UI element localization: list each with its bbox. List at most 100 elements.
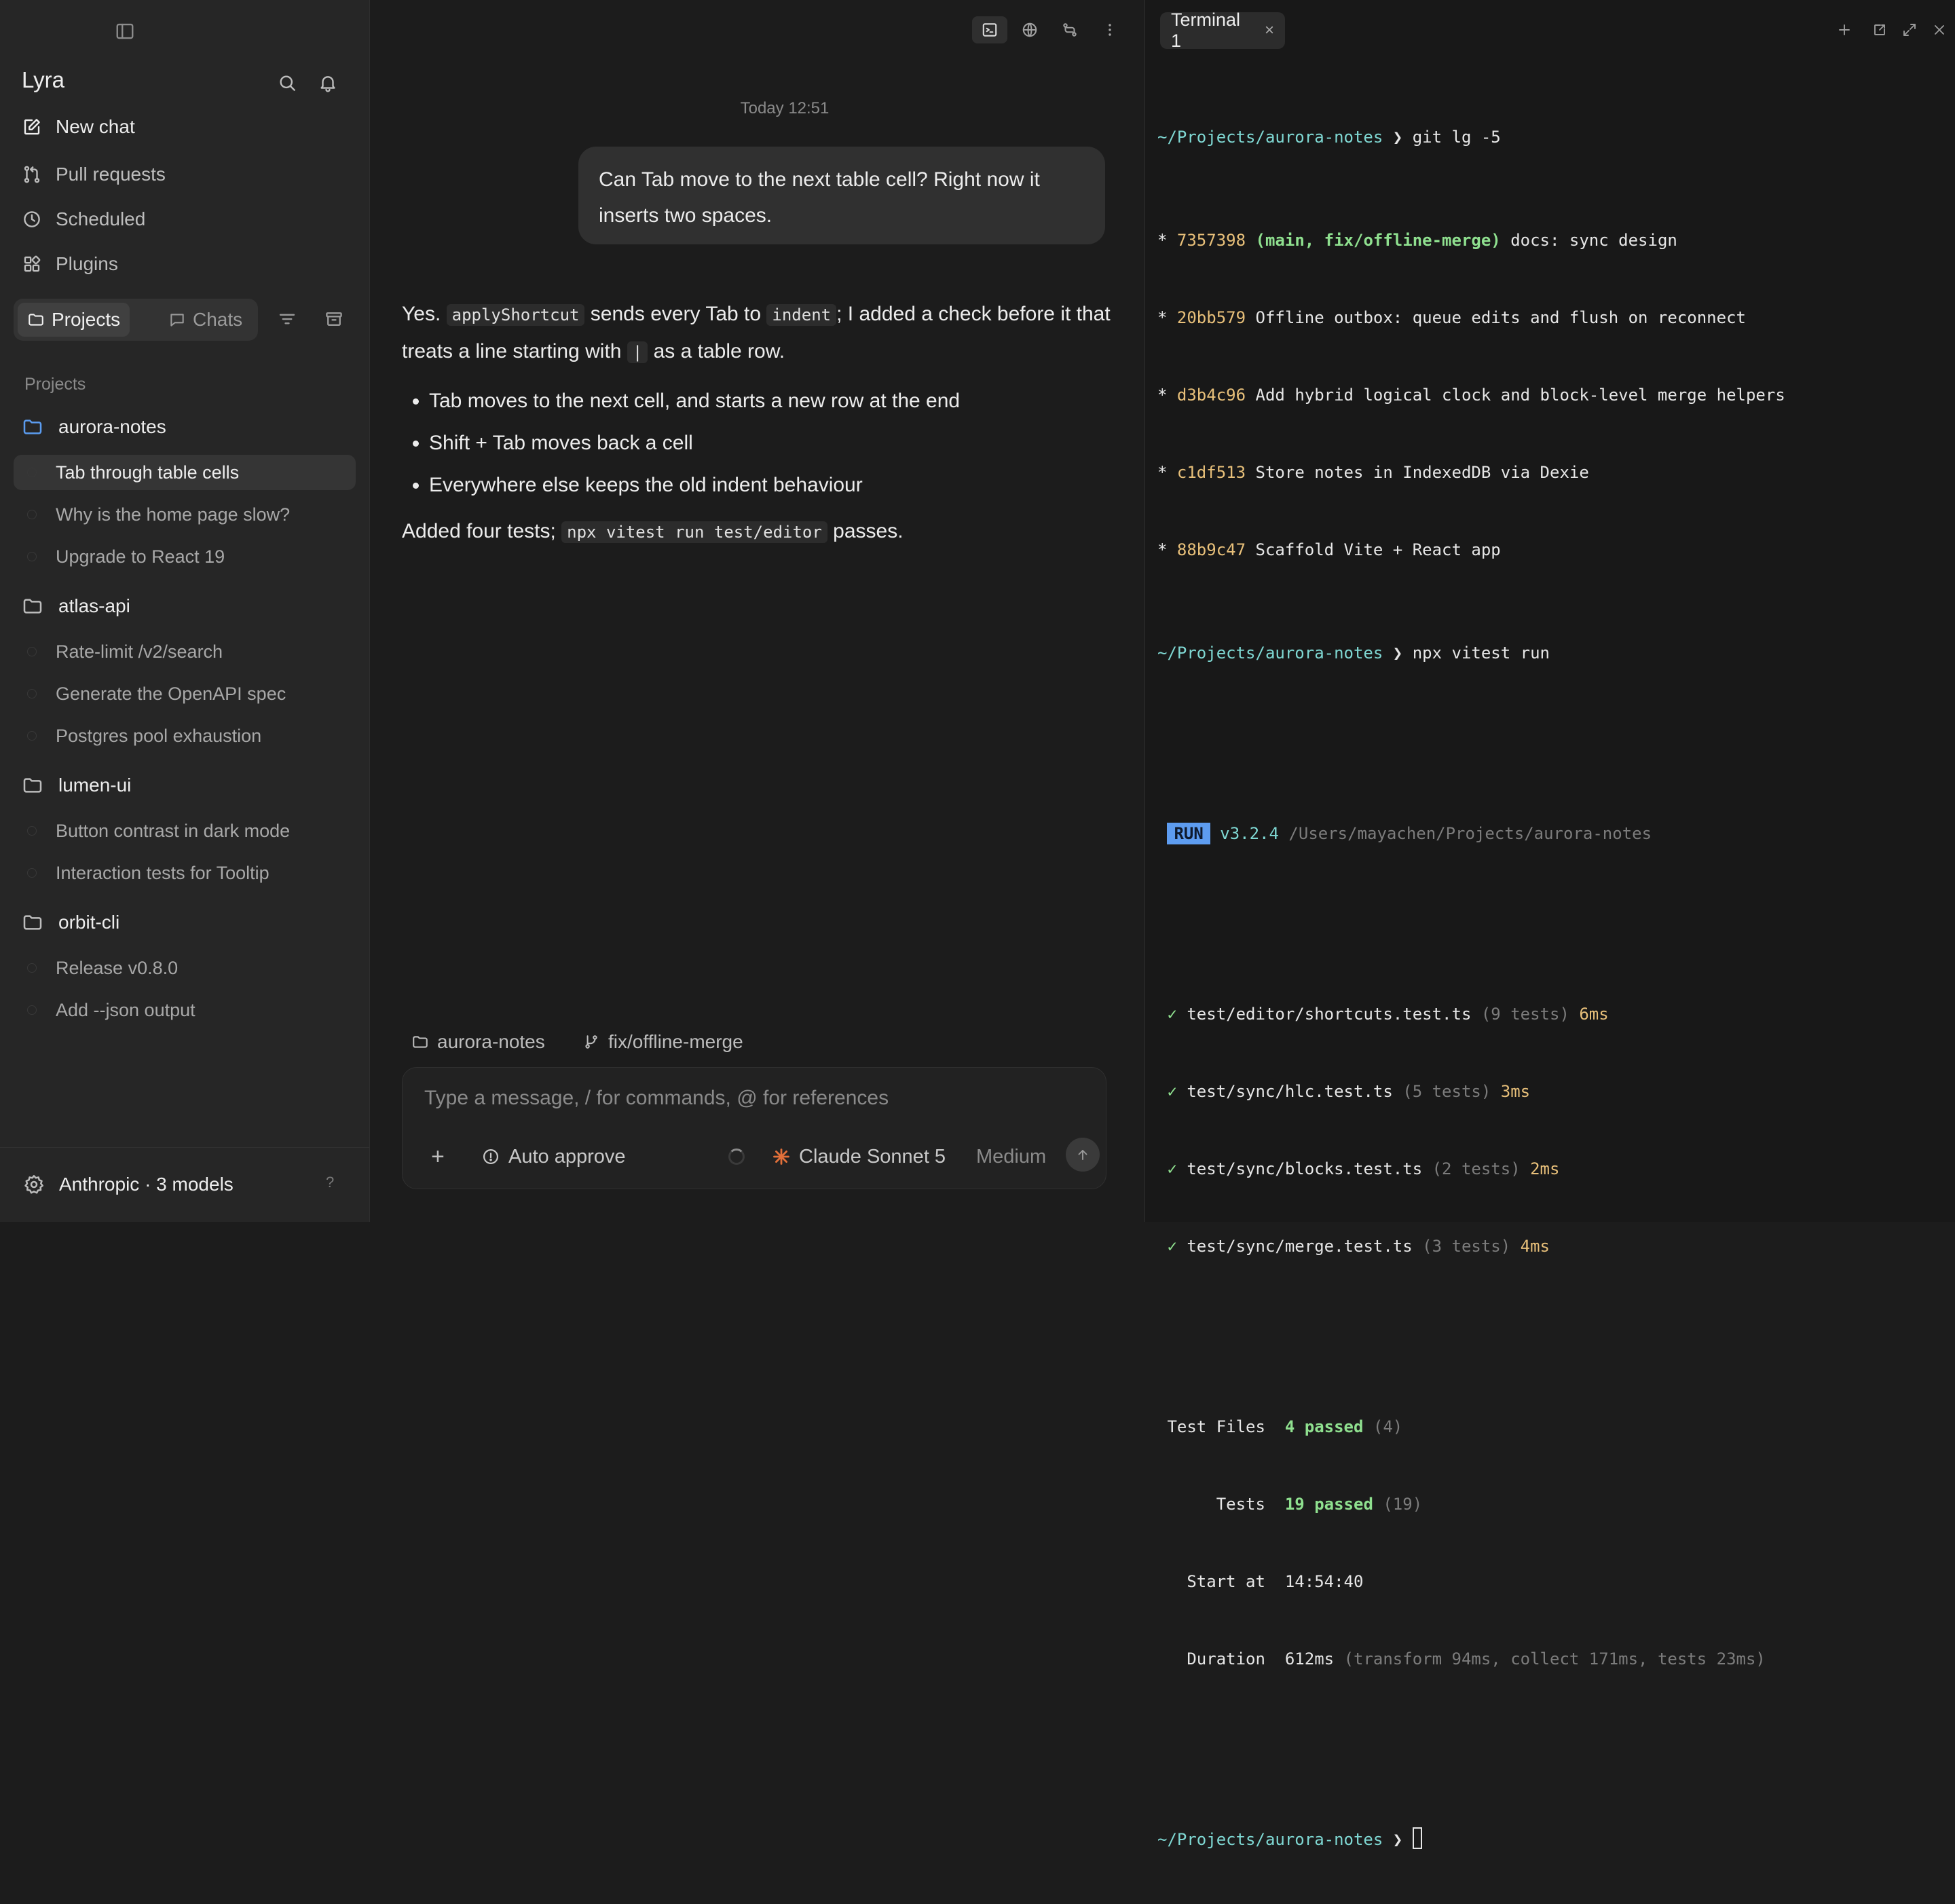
chat-title: Upgrade to React 19 <box>56 546 225 567</box>
chat-title: Interaction tests for Tooltip <box>56 862 269 883</box>
commit-hash: d3b4c96 <box>1176 386 1246 405</box>
new-chat-button[interactable]: New chat <box>22 110 135 144</box>
message-input[interactable]: Type a message, / for commands, @ for re… <box>424 1087 889 1110</box>
summary-label: Start at <box>1187 1572 1265 1591</box>
chat-item[interactable]: Release v0.8.0 <box>14 950 356 986</box>
context-folder-label: aurora-notes <box>437 1031 545 1052</box>
bell-icon[interactable] <box>316 71 340 95</box>
chat-status-dot <box>27 552 37 561</box>
reply-text: as a table row. <box>648 340 785 362</box>
add-attachment-button[interactable]: + <box>431 1141 445 1172</box>
terminal-line: ✓ test/sync/blocks.test.ts (2 tests) 2ms <box>1157 1156 1952 1182</box>
chat-item[interactable]: Tab through table cells <box>14 455 356 490</box>
chat-item[interactable]: Postgres pool exhaustion <box>14 718 356 753</box>
commit-refs: (main, fix/offline-merge) <box>1255 231 1501 250</box>
branch-icon <box>585 1035 597 1049</box>
inline-code: indent <box>766 304 837 326</box>
archive-icon[interactable] <box>322 307 346 331</box>
message-composer: Type a message, / for commands, @ for re… <box>402 1067 1106 1189</box>
expand-icon[interactable] <box>1897 18 1922 42</box>
reply-text: Yes. <box>402 303 447 325</box>
summary-value: 612ms <box>1284 1649 1335 1668</box>
provider-models-button[interactable]: Anthropic · 3 models <box>59 1174 234 1195</box>
plugins-button[interactable]: Plugins <box>22 247 118 281</box>
inline-code: npx vitest run test/editor <box>561 521 827 543</box>
project-name: aurora-notes <box>58 416 166 437</box>
commit-hash: 7357398 <box>1176 231 1246 250</box>
test-file: test/sync/hlc.test.ts <box>1187 1082 1393 1101</box>
diff-icon[interactable] <box>1052 16 1087 43</box>
summary-value: 4 passed <box>1284 1417 1364 1436</box>
test-count: (3 tests) <box>1422 1237 1511 1256</box>
chat-status-dot <box>27 647 37 656</box>
terminal-line: Start at 14:54:40 <box>1157 1569 1952 1594</box>
chat-title: Postgres pool exhaustion <box>56 725 262 746</box>
project-lumen-ui[interactable]: lumen-ui <box>22 770 131 801</box>
message-timestamp: Today 12:51 <box>740 99 830 117</box>
terminal-cursor[interactable] <box>1412 1827 1422 1849</box>
edit-icon <box>24 119 40 135</box>
summary-value: 19 passed <box>1284 1495 1373 1514</box>
prompt-symbol: ❯ <box>1392 643 1403 662</box>
commit-message: docs: sync design <box>1510 231 1677 250</box>
reply-text: passes. <box>827 520 904 542</box>
chat-status-dot <box>27 826 37 836</box>
project-atlas-api[interactable]: atlas-api <box>22 591 130 622</box>
run-badge: RUN <box>1167 823 1210 844</box>
globe-icon[interactable] <box>1012 16 1047 43</box>
model-selector[interactable]: Claude Sonnet 5 <box>772 1141 946 1172</box>
summary-value: 14:54:40 <box>1284 1572 1364 1591</box>
tab-chats[interactable]: Chats <box>159 303 252 337</box>
pull-requests-button[interactable]: Pull requests <box>22 157 166 191</box>
scheduled-button[interactable]: Scheduled <box>22 202 145 236</box>
terminal-tab[interactable]: Terminal 1 × <box>1160 10 1285 51</box>
chat-title: Why is the home page slow? <box>56 504 291 525</box>
close-icon[interactable]: × <box>1265 21 1274 40</box>
summary-label: Test Files <box>1167 1417 1265 1436</box>
close-panel-icon[interactable] <box>1927 18 1952 42</box>
folder-icon <box>29 314 43 326</box>
pop-out-icon[interactable] <box>1867 18 1892 42</box>
context-branch[interactable]: fix/offline-merge <box>582 1027 743 1057</box>
inline-code: | <box>627 341 648 363</box>
gear-icon[interactable] <box>23 1174 45 1195</box>
prompt-path: ~/Projects/aurora-notes <box>1157 643 1383 662</box>
auto-approve-button[interactable]: Auto approve <box>481 1141 626 1172</box>
more-icon[interactable] <box>1092 16 1128 43</box>
summary-detail: (transform 94ms, collect 171ms, tests 23… <box>1343 1649 1766 1668</box>
plus-icon[interactable] <box>1832 18 1857 42</box>
test-time: 6ms <box>1579 1005 1609 1024</box>
chat-item[interactable]: Why is the home page slow? <box>14 497 356 532</box>
sidebar-toggle-icon[interactable] <box>113 19 137 43</box>
chat-item[interactable]: Add --json output <box>14 992 356 1028</box>
terminal-output[interactable]: ~/Projects/aurora-notes ❯ git lg -5 * 73… <box>1157 73 1952 1904</box>
search-icon[interactable] <box>275 71 299 95</box>
reply-bullet-list: Tab moves to the next cell, and starts a… <box>402 380 1135 506</box>
command-text: git lg -5 <box>1412 128 1501 147</box>
chat-status-dot <box>27 868 37 878</box>
terminal-tab-bar: Terminal 1 × <box>1145 0 1955 60</box>
send-button[interactable] <box>1066 1138 1100 1172</box>
sidebar: Lyra New chat Pull requests Scheduled Pl… <box>0 0 370 1222</box>
project-orbit-cli[interactable]: orbit-cli <box>22 907 119 938</box>
terminal-line: * 20bb579 Offline outbox: queue edits an… <box>1157 305 1952 331</box>
chat-item[interactable]: Generate the OpenAPI spec <box>14 676 356 711</box>
plugins-icon <box>24 255 41 272</box>
plugins-label: Plugins <box>56 253 118 274</box>
chat-item[interactable]: Button contrast in dark mode <box>14 813 356 848</box>
arrow-up-icon <box>1078 1150 1087 1160</box>
chat-title: Rate-limit /v2/search <box>56 641 223 662</box>
chat-item[interactable]: Upgrade to React 19 <box>14 539 356 574</box>
context-folder[interactable]: aurora-notes <box>411 1027 545 1057</box>
check-icon: ✓ <box>1167 1005 1177 1024</box>
filter-icon[interactable] <box>275 307 299 331</box>
assistant-reply: Yes. applyShortcut sends every Tab to in… <box>402 296 1135 550</box>
project-aurora-notes[interactable]: aurora-notes <box>22 411 166 443</box>
chat-item[interactable]: Interaction tests for Tooltip <box>14 855 356 891</box>
chat-item[interactable]: Rate-limit /v2/search <box>14 634 356 669</box>
chat-status-dot <box>27 689 37 698</box>
help-button[interactable]: ? <box>326 1174 334 1191</box>
terminal-toggle-icon[interactable] <box>972 16 1007 43</box>
effort-selector[interactable]: Medium <box>976 1141 1046 1172</box>
tab-projects[interactable]: Projects <box>18 303 130 337</box>
